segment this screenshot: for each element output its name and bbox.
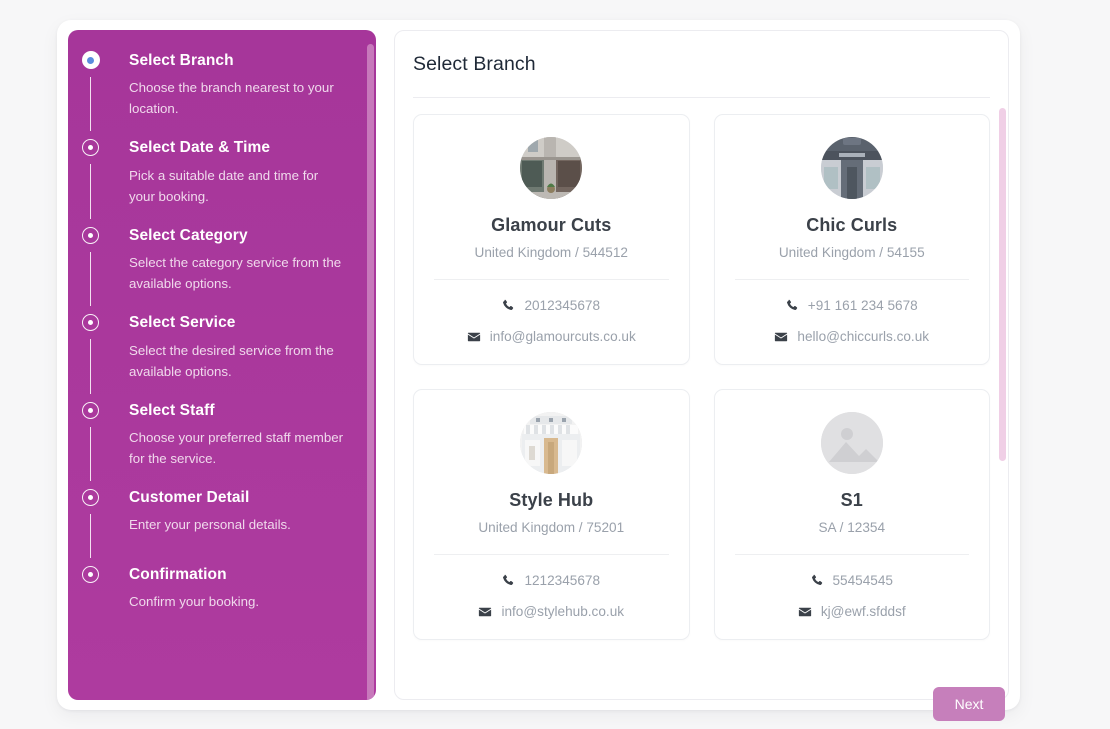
stepper-item-select-date-time[interactable]: Select Date & Time Pick a suitable date a… [68, 138, 356, 206]
step-description: Pick a suitable date and time for your b… [129, 167, 319, 204]
branch-phone-row[interactable]: 55454545 [733, 573, 972, 588]
step-description: Select the category service from the ava… [129, 255, 342, 292]
main-panel: Select Branch Glamour Cuts United Kingdom… [394, 30, 1009, 700]
branch-location: United Kingdom / 544512 [474, 245, 628, 260]
step-marker-icon [82, 401, 99, 419]
stepper-item-select-branch[interactable]: Select Branch Choose the branch nearest t… [68, 51, 356, 119]
branch-email: hello@chiccurls.co.uk [797, 329, 930, 344]
content-scrollbar-thumb[interactable] [999, 108, 1006, 461]
stepper-list: Select Branch Choose the branch nearest t… [68, 51, 356, 623]
booking-wizard-page: Select Branch Choose the branch nearest t… [0, 0, 1110, 729]
card-divider [734, 554, 969, 555]
step-connector-line [90, 513, 92, 558]
sidebar-scrollbar-track[interactable] [367, 36, 375, 700]
main-header: Select Branch [395, 31, 1008, 98]
step-connector-line [90, 164, 92, 219]
branch-location: United Kingdom / 75201 [478, 520, 625, 535]
step-description: Confirm your booking. [129, 594, 260, 610]
branch-avatar [820, 137, 883, 199]
branch-email-row[interactable]: kj@ewf.sfddsf [733, 604, 972, 619]
branch-avatar [820, 412, 883, 474]
mail-icon [798, 605, 812, 619]
next-button[interactable]: Next [933, 687, 1005, 721]
branch-phone-row[interactable]: 2012345678 [432, 298, 671, 313]
branch-email: info@glamourcuts.co.uk [489, 329, 636, 344]
branch-email: kj@ewf.sfddsf [820, 604, 906, 619]
phone-icon [786, 299, 799, 312]
mail-icon [467, 330, 481, 344]
step-connector-line [90, 77, 92, 132]
stepper-sidebar: Select Branch Choose the branch nearest t… [68, 30, 376, 700]
step-description: Select the desired service from the avai… [129, 342, 334, 379]
step-marker-icon [82, 488, 99, 506]
step-marker-icon [82, 565, 99, 583]
wizard-shell: Select Branch Choose the branch nearest t… [57, 20, 1020, 710]
phone-icon [502, 574, 515, 587]
stepper-item-confirmation[interactable]: Confirmation Confirm your booking. [68, 565, 356, 623]
branch-phone: 55454545 [832, 573, 893, 588]
branch-name: S1 [840, 490, 863, 510]
step-connector-line [90, 426, 92, 481]
step-title: Select Service [129, 314, 236, 332]
phone-icon [502, 299, 515, 312]
step-title: Select Staff [129, 401, 215, 419]
phone-icon [811, 574, 824, 587]
step-marker-icon [82, 139, 99, 157]
step-connector-line [90, 251, 92, 307]
step-description: Choose the branch nearest to your locati… [129, 80, 334, 117]
branch-email-row[interactable]: info@glamourcuts.co.uk [432, 329, 671, 344]
branch-avatar [520, 137, 583, 199]
branch-phone: +91 161 234 5678 [807, 298, 918, 313]
branch-scroll-area: Glamour Cuts United Kingdom / 544512 20123… [395, 98, 1008, 699]
sidebar-scrollbar-thumb[interactable] [367, 44, 374, 700]
branch-phone-row[interactable]: +91 161 234 5678 [733, 298, 972, 313]
step-title: Select Category [129, 226, 248, 244]
step-connector-line [90, 339, 92, 394]
branch-phone: 1212345678 [524, 573, 601, 588]
mail-icon [478, 605, 492, 619]
page-title: Select Branch [413, 53, 536, 75]
branch-email-row[interactable]: info@stylehub.co.uk [432, 604, 671, 619]
branch-name: Glamour Cuts [491, 215, 612, 235]
card-divider [434, 554, 669, 555]
branch-card[interactable]: Glamour Cuts United Kingdom / 544512 20123… [413, 114, 690, 365]
branch-name: Style Hub [509, 490, 594, 510]
branch-phone-row[interactable]: 1212345678 [432, 573, 671, 588]
branch-card[interactable]: Chic Curls United Kingdom / 54155 +91 161 … [713, 114, 990, 365]
branch-phone: 2012345678 [524, 298, 601, 313]
mail-icon [774, 330, 788, 344]
branch-card[interactable]: S1 SA / 12354 55454545 kj@ewf.sfddsf [713, 389, 990, 640]
step-title: Confirmation [129, 565, 227, 583]
branch-card[interactable]: Style Hub United Kingdom / 75201 121234567… [413, 389, 690, 640]
stepper-item-customer-detail[interactable]: Customer Detail Enter your personal detai… [68, 488, 356, 546]
branch-email-row[interactable]: hello@chiccurls.co.uk [733, 329, 972, 344]
step-marker-icon [82, 314, 99, 332]
stepper-item-select-category[interactable]: Select Category Select the category servi… [68, 226, 356, 294]
step-marker-active-icon [81, 51, 100, 69]
branch-location: SA / 12354 [818, 520, 885, 535]
stepper-item-select-service[interactable]: Select Service Select the desired service… [68, 313, 356, 381]
step-description: Enter your personal details. [129, 517, 291, 533]
branch-name: Chic Curls [806, 215, 898, 235]
card-divider [734, 279, 969, 280]
step-marker-icon [82, 226, 99, 244]
card-divider [434, 279, 669, 280]
branch-grid: Glamour Cuts United Kingdom / 544512 20123… [413, 114, 990, 640]
branch-avatar [520, 412, 583, 474]
step-title: Customer Detail [129, 488, 250, 506]
step-description: Choose your preferred staff member for t… [129, 429, 344, 466]
stepper-item-select-staff[interactable]: Select Staff Choose your preferred staff … [68, 401, 356, 469]
branch-email: info@stylehub.co.uk [501, 604, 625, 619]
branch-location: United Kingdom / 54155 [778, 245, 925, 260]
step-title: Select Date & Time [129, 139, 271, 157]
step-title: Select Branch [129, 52, 234, 69]
